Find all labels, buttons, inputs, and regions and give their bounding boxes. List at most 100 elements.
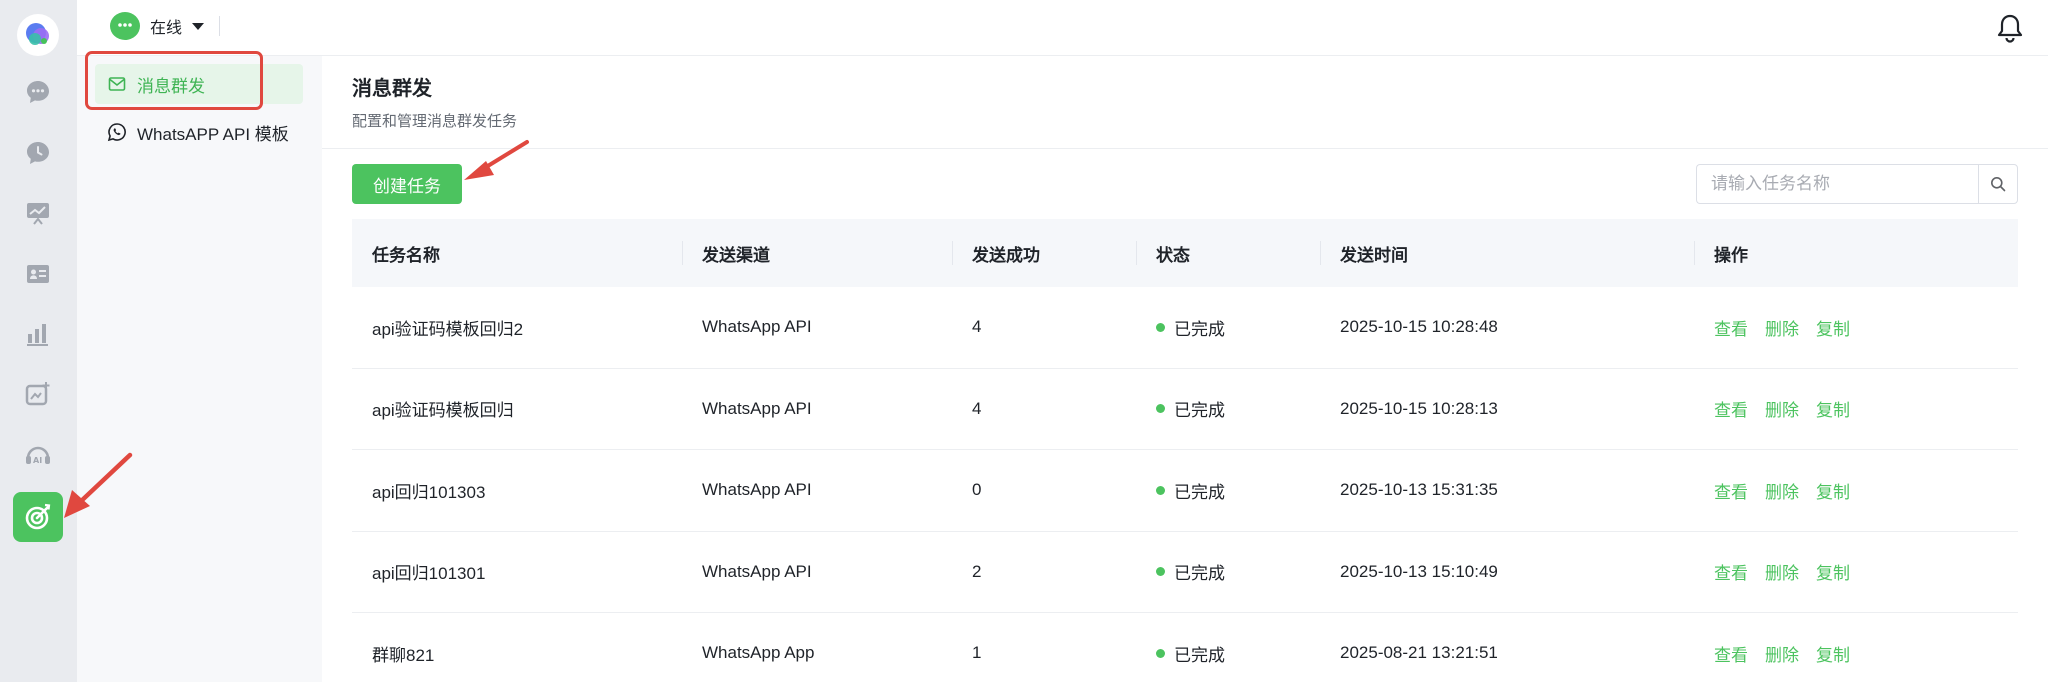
broadcast-nav-button[interactable] — [13, 492, 63, 542]
top-bar: 在线 — [77, 0, 2048, 56]
logo-icon — [26, 23, 49, 45]
target-icon — [25, 503, 51, 530]
divider — [219, 16, 220, 36]
row-actions: 查看 删除 复制 — [1694, 396, 2018, 421]
page-title: 消息群发 — [352, 78, 432, 100]
row-actions: 查看 删除 复制 — [1694, 478, 2018, 503]
task-channel: WhatsApp App — [702, 643, 815, 663]
view-link[interactable]: 查看 — [1714, 641, 1748, 666]
view-link[interactable]: 查看 — [1714, 315, 1748, 340]
task-channel: WhatsApp API — [702, 480, 812, 500]
column-header: 任务名称 — [372, 245, 440, 265]
delete-link[interactable]: 删除 — [1765, 641, 1799, 666]
delete-link[interactable]: 删除 — [1765, 396, 1799, 421]
column-header: 发送成功 — [952, 219, 1136, 287]
delete-link[interactable]: 删除 — [1765, 315, 1799, 340]
task-name: api回归101301 — [372, 564, 486, 584]
delete-link[interactable]: 删除 — [1765, 478, 1799, 503]
table-row: api回归101301 WhatsApp API 2 已完成 2025-10-1… — [352, 532, 2018, 613]
page-description: 配置和管理消息群发任务 — [352, 113, 518, 130]
table-row: api验证码模板回归 WhatsApp API 4 已完成 2025-10-15… — [352, 369, 2018, 450]
status-chat-icon — [110, 12, 140, 40]
status-text: 已完成 — [1174, 564, 1225, 584]
status-dot-icon — [1156, 404, 1165, 414]
chevron-down-icon — [192, 22, 205, 30]
annotation-highlight-box — [85, 51, 263, 110]
column-header: 发送渠道 — [682, 219, 952, 287]
view-link[interactable]: 查看 — [1714, 396, 1748, 421]
task-channel: WhatsApp API — [702, 317, 812, 337]
row-actions: 查看 删除 复制 — [1694, 641, 2018, 666]
divider — [322, 148, 2048, 149]
status-text: 已完成 — [1174, 319, 1225, 339]
status-dot-icon — [1156, 648, 1165, 658]
status-dot-icon — [1156, 567, 1165, 577]
create-task-button[interactable]: 创建任务 — [352, 164, 462, 204]
copy-link[interactable]: 复制 — [1816, 315, 1850, 340]
task-name: api验证码模板回归2 — [372, 319, 524, 339]
statistics-icon[interactable] — [22, 318, 54, 350]
status-text: 已完成 — [1174, 645, 1225, 665]
task-success-count: 0 — [972, 480, 982, 500]
task-name: api验证码模板回归 — [372, 401, 514, 421]
status-text: 已完成 — [1174, 482, 1225, 502]
search-icon — [1991, 177, 2006, 192]
task-time: 2025-10-13 15:10:49 — [1340, 561, 1498, 581]
task-status: 已完成 — [1136, 315, 1320, 340]
status-label: 在线 — [150, 20, 183, 37]
search-input[interactable] — [1696, 164, 1978, 204]
main-content: 消息群发 配置和管理消息群发任务 创建任务 任务名称 发送渠道 发送成功 状态 … — [322, 56, 2048, 682]
status-dot-icon — [1156, 322, 1165, 332]
row-actions: 查看 删除 复制 — [1694, 315, 2018, 340]
task-status: 已完成 — [1136, 396, 1320, 421]
svg-text:AI: AI — [33, 456, 42, 465]
subnav-item-whatsapp-template[interactable]: WhatsAPP API 模板 — [95, 112, 315, 152]
table-header: 任务名称 发送渠道 发送成功 状态 发送时间 操作 — [352, 219, 2018, 287]
task-table: 任务名称 发送渠道 发送成功 状态 发送时间 操作 api验证码模板回归2 Wh… — [352, 219, 2018, 682]
subnav-item-label: WhatsAPP API 模板 — [137, 124, 289, 144]
task-time: 2025-08-21 13:21:51 — [1340, 643, 1498, 663]
notification-bell-icon[interactable] — [1994, 12, 2026, 44]
copy-link[interactable]: 复制 — [1816, 478, 1850, 503]
column-header: 状态 — [1136, 219, 1320, 287]
history-icon[interactable] — [22, 137, 54, 169]
column-header: 操作 — [1694, 219, 2018, 287]
table-row: api验证码模板回归2 WhatsApp API 4 已完成 2025-10-1… — [352, 287, 2018, 369]
whatsapp-icon — [107, 122, 127, 142]
task-time: 2025-10-15 10:28:48 — [1340, 317, 1498, 337]
task-success-count: 4 — [972, 317, 982, 337]
table-row: api回归101303 WhatsApp API 0 已完成 2025-10-1… — [352, 450, 2018, 532]
chat-icon[interactable] — [22, 76, 54, 108]
view-link[interactable]: 查看 — [1714, 559, 1748, 584]
search-button[interactable] — [1978, 164, 2018, 204]
task-success-count: 2 — [972, 561, 982, 581]
task-time: 2025-10-13 15:31:35 — [1340, 480, 1498, 500]
left-rail: AI — [0, 0, 77, 682]
task-success-count: 1 — [972, 643, 982, 663]
task-channel: WhatsApp API — [702, 561, 812, 581]
ai-assistant-icon[interactable]: AI — [22, 439, 54, 471]
view-link[interactable]: 查看 — [1714, 478, 1748, 503]
task-name: 群聊821 — [372, 645, 435, 665]
task-success-count: 4 — [972, 398, 982, 418]
copy-link[interactable]: 复制 — [1816, 396, 1850, 421]
row-actions: 查看 删除 复制 — [1694, 559, 2018, 584]
task-status: 已完成 — [1136, 559, 1320, 584]
task-channel: WhatsApp API — [702, 398, 812, 418]
online-status-dropdown[interactable]: 在线 — [110, 12, 205, 40]
marketing-icon[interactable] — [22, 378, 54, 410]
task-search — [1696, 164, 2018, 204]
delete-link[interactable]: 删除 — [1765, 559, 1799, 584]
table-row: 群聊821 WhatsApp App 1 已完成 2025-08-21 13:2… — [352, 613, 2018, 682]
contacts-icon[interactable] — [22, 258, 54, 290]
dashboard-icon[interactable] — [22, 197, 54, 229]
status-dot-icon — [1156, 485, 1165, 495]
column-header: 发送时间 — [1320, 219, 1694, 287]
sub-navigation: 消息群发 WhatsAPP API 模板 — [77, 56, 322, 682]
task-status: 已完成 — [1136, 478, 1320, 503]
copy-link[interactable]: 复制 — [1816, 559, 1850, 584]
copy-link[interactable]: 复制 — [1816, 641, 1850, 666]
task-time: 2025-10-15 10:28:13 — [1340, 398, 1498, 418]
app-logo[interactable] — [17, 14, 59, 56]
task-status: 已完成 — [1136, 641, 1320, 666]
